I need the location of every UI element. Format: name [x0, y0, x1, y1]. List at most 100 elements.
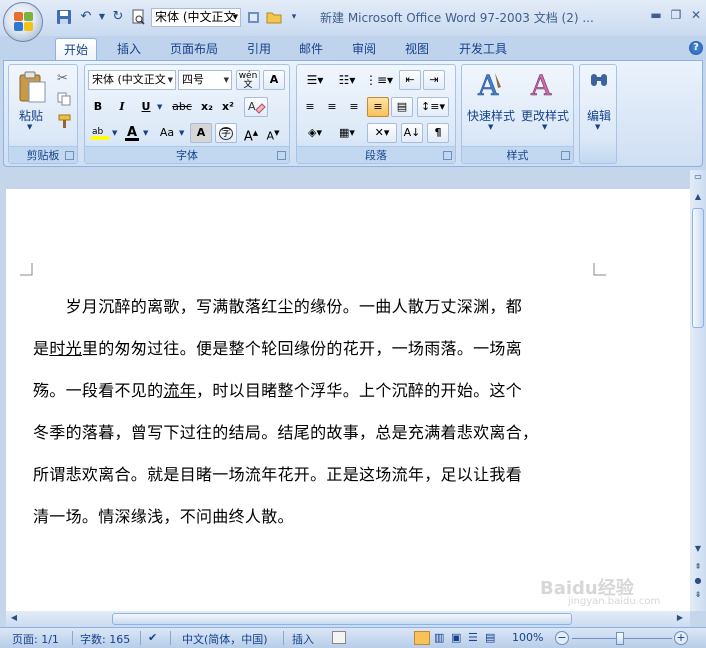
paragraph-launcher-icon[interactable]	[443, 151, 452, 160]
full-screen-reading-icon[interactable]: ▥	[434, 631, 444, 644]
document-text-line[interactable]: 岁月沉醉的离歌，写满散落红尘的缘份。一曲人散万丈深渊，都	[33, 293, 589, 317]
insert-mode[interactable]: 插入	[292, 631, 314, 647]
scroll-up-icon[interactable]: ▲	[692, 192, 704, 204]
select-browse-object-icon[interactable]: ●	[692, 576, 704, 588]
multilevel-list-icon[interactable]: ⋮≡▾	[364, 70, 394, 90]
zoom-level[interactable]: 100%	[512, 631, 543, 644]
line-spacing-icon[interactable]: ↕≡▾	[417, 97, 449, 117]
page-count[interactable]: 页面: 1/1	[12, 631, 59, 647]
increase-indent-icon[interactable]: ⇥	[423, 70, 445, 90]
justify-icon[interactable]: ≡	[367, 97, 389, 117]
tab-references[interactable]: 引用	[238, 38, 280, 60]
character-shading-button[interactable]: A	[190, 123, 212, 143]
language-status[interactable]: 中文(简体，中国)	[182, 631, 268, 647]
proofing-icon[interactable]: ✔	[148, 631, 157, 644]
format-painter-qat-icon[interactable]	[246, 9, 262, 25]
numbering-icon[interactable]: ☷▾	[332, 70, 362, 90]
highlight-icon[interactable]: ab	[88, 123, 112, 143]
paste-dropdown-icon[interactable]: ▼	[27, 123, 32, 131]
restore-button[interactable]: ❐	[666, 8, 686, 24]
underline-dropdown-icon[interactable]: ▼	[157, 103, 162, 111]
change-case-dropdown-icon[interactable]: ▼	[179, 129, 184, 137]
format-painter-icon[interactable]	[57, 113, 73, 129]
tab-view[interactable]: 视图	[396, 38, 438, 60]
clipboard-launcher-icon[interactable]	[65, 151, 74, 160]
vertical-scrollbar[interactable]: ▭ ▲ ▼ ⇞ ● ⇟	[690, 170, 706, 611]
document-page[interactable]: 岁月沉醉的离歌，写满散落红尘的缘份。一曲人散万丈深渊，都 是时光里的匆匆过往。便是…	[6, 189, 690, 611]
change-styles-icon[interactable]: A	[528, 69, 560, 103]
align-left-icon[interactable]: ≡	[300, 97, 320, 117]
asian-layout-icon[interactable]: ✕▾	[367, 123, 397, 143]
zoom-in-icon[interactable]: +	[674, 631, 688, 645]
print-layout-view-icon[interactable]	[414, 631, 430, 645]
tab-developer[interactable]: 开发工具	[452, 38, 514, 60]
styles-launcher-icon[interactable]	[561, 151, 570, 160]
undo-dropdown-icon[interactable]: ▼	[94, 9, 110, 25]
close-button[interactable]: ✕	[686, 8, 706, 24]
qat-font-box[interactable]: 宋体 (中文正文 ▼	[151, 8, 241, 27]
ruler-toggle-icon[interactable]: ▭	[692, 172, 704, 184]
tab-home[interactable]: 开始	[55, 38, 97, 60]
zoom-out-icon[interactable]: −	[555, 631, 569, 645]
shading-icon[interactable]: ◈▾	[300, 123, 330, 143]
draft-view-icon[interactable]: ▤	[485, 631, 495, 644]
previous-page-icon[interactable]: ⇞	[692, 562, 704, 574]
outline-view-icon[interactable]: ☰	[468, 631, 478, 644]
save-icon[interactable]	[56, 9, 72, 25]
align-right-icon[interactable]: ≡	[344, 97, 364, 117]
redo-icon[interactable]: ↻	[110, 9, 126, 25]
font-launcher-icon[interactable]	[277, 151, 286, 160]
sort-icon[interactable]: A↓	[401, 123, 423, 143]
undo-icon[interactable]: ↶	[78, 9, 94, 25]
binoculars-icon[interactable]	[588, 71, 610, 93]
highlight-dropdown-icon[interactable]: ▼	[112, 129, 117, 137]
scroll-down-icon[interactable]: ▼	[692, 544, 704, 556]
font-name-combo[interactable]: 宋体 (中文正文 ▼	[88, 70, 176, 90]
document-text-line[interactable]: 所谓悲欢离合。就是目睹一场流年花开。正是这场流年，足以让我看	[33, 461, 589, 485]
zoom-slider-thumb[interactable]	[616, 632, 624, 645]
tab-insert[interactable]: 插入	[108, 38, 150, 60]
editing-button[interactable]: 编辑	[581, 107, 617, 124]
quick-styles-dropdown-icon[interactable]: ▼	[488, 123, 493, 131]
horizontal-scroll-thumb[interactable]	[112, 613, 572, 625]
scroll-right-icon[interactable]: ▶	[674, 613, 686, 625]
minimize-button[interactable]: ▬	[646, 8, 666, 24]
decrease-indent-icon[interactable]: ⇤	[399, 70, 421, 90]
distributed-icon[interactable]: ▤	[391, 97, 413, 117]
enclose-characters-button[interactable]: 字	[215, 123, 237, 143]
document-text-line[interactable]: 冬季的落暮，曾写下过往的结局。结尾的故事，总是充满着悲欢离合，	[33, 419, 589, 443]
next-page-icon[interactable]: ⇟	[692, 590, 704, 602]
paste-button[interactable]: 粘贴	[11, 107, 51, 124]
tab-page-layout[interactable]: 页面布局	[164, 38, 224, 60]
character-border-button[interactable]: A	[263, 70, 285, 90]
underline-button[interactable]: U	[136, 97, 156, 117]
change-styles-button[interactable]: 更改样式	[518, 107, 572, 124]
borders-icon[interactable]: ▦▾	[332, 123, 362, 143]
italic-button[interactable]: I	[112, 97, 132, 117]
quick-styles-button[interactable]: 快速样式	[463, 107, 519, 124]
font-color-icon[interactable]: A	[122, 123, 142, 143]
help-icon[interactable]: ?	[689, 41, 703, 55]
bold-button[interactable]: B	[88, 97, 108, 117]
office-button[interactable]	[3, 2, 43, 42]
macro-record-icon[interactable]	[332, 631, 346, 644]
document-text-line[interactable]: 殇。一段看不见的流年，时以目睹整个浮华。上个沉醉的开始。这个	[33, 377, 589, 401]
scroll-left-icon[interactable]: ◀	[8, 613, 20, 625]
font-size-combo[interactable]: 四号 ▼	[178, 70, 232, 90]
print-preview-icon[interactable]	[130, 9, 146, 25]
grow-font-button[interactable]: A▲	[241, 123, 261, 144]
bullets-icon[interactable]: ☰▾	[300, 70, 330, 90]
clear-formatting-icon[interactable]: A	[244, 97, 268, 117]
vertical-scroll-thumb[interactable]	[692, 208, 704, 328]
change-styles-dropdown-icon[interactable]: ▼	[542, 123, 547, 131]
font-color-dropdown-icon[interactable]: ▼	[143, 129, 148, 137]
show-marks-icon[interactable]: ¶	[427, 123, 449, 143]
strikethrough-button[interactable]: abc	[168, 97, 196, 117]
open-folder-icon[interactable]	[266, 9, 282, 25]
quick-styles-icon[interactable]: A	[475, 69, 505, 102]
word-count[interactable]: 字数: 165	[80, 631, 130, 647]
phonetic-guide-button[interactable]: wén 文	[236, 70, 260, 90]
change-case-button[interactable]: Aa	[153, 123, 181, 143]
editing-dropdown-icon[interactable]: ▼	[595, 123, 600, 131]
copy-icon[interactable]	[57, 92, 71, 106]
